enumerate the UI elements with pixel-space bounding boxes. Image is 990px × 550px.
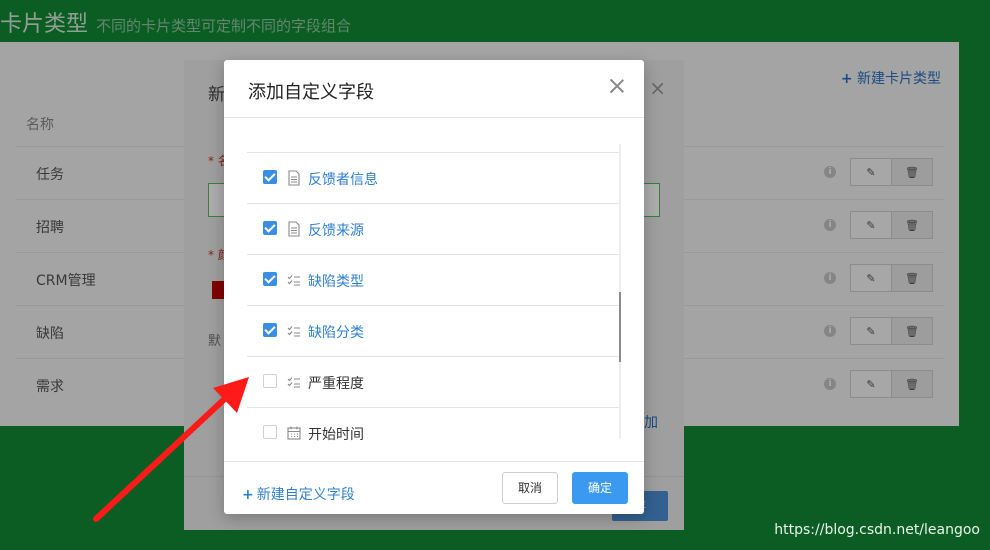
watermark: https://blog.csdn.net/leangoo <box>774 522 980 538</box>
field-list: 反馈者信息 反馈来源 缺陷类型 缺陷分类 严重程度 开始时间 <box>247 152 619 444</box>
divider <box>224 117 644 118</box>
list-item[interactable]: 严重程度 <box>247 356 619 407</box>
divider <box>224 461 644 462</box>
list-item[interactable]: 反馈者信息 <box>247 152 619 203</box>
calendar-icon <box>287 426 301 440</box>
field-checkbox[interactable] <box>263 323 277 337</box>
close-icon[interactable] <box>610 79 624 93</box>
field-label: 反馈者信息 <box>308 172 378 188</box>
field-checkbox[interactable] <box>263 221 277 235</box>
plus-icon: + <box>242 487 254 503</box>
checklist-icon <box>287 326 300 337</box>
field-label: 缺陷类型 <box>308 274 364 290</box>
dialog-title: 添加自定义字段 <box>248 82 374 103</box>
field-label: 开始时间 <box>308 427 364 443</box>
scrollbar-track[interactable] <box>619 144 621 438</box>
field-checkbox[interactable] <box>263 272 277 286</box>
checklist-icon <box>287 377 300 388</box>
add-custom-field-dialog: 添加自定义字段 反馈者信息 反馈来源 缺陷类型 缺陷分类 严重程度 开始时间 +… <box>224 60 644 514</box>
field-label: 严重程度 <box>308 376 364 392</box>
field-checkbox[interactable] <box>263 374 277 388</box>
field-checkbox[interactable] <box>263 425 277 439</box>
scrollbar-thumb[interactable] <box>619 292 621 362</box>
new-custom-field-label: 新建自定义字段 <box>256 487 355 503</box>
field-label: 反馈来源 <box>308 223 364 239</box>
list-item[interactable]: 开始时间 <box>247 407 619 444</box>
document-icon <box>288 170 300 186</box>
list-item[interactable]: 缺陷类型 <box>247 254 619 305</box>
checklist-icon <box>287 275 300 286</box>
confirm-button[interactable]: 确定 <box>572 472 628 504</box>
list-item[interactable]: 反馈来源 <box>247 203 619 254</box>
new-custom-field-link[interactable]: + 新建自定义字段 <box>242 484 355 504</box>
list-item[interactable]: 缺陷分类 <box>247 305 619 356</box>
cancel-button[interactable]: 取消 <box>502 472 558 504</box>
field-checkbox[interactable] <box>263 170 277 184</box>
field-label: 缺陷分类 <box>308 325 364 341</box>
document-icon <box>288 221 300 237</box>
